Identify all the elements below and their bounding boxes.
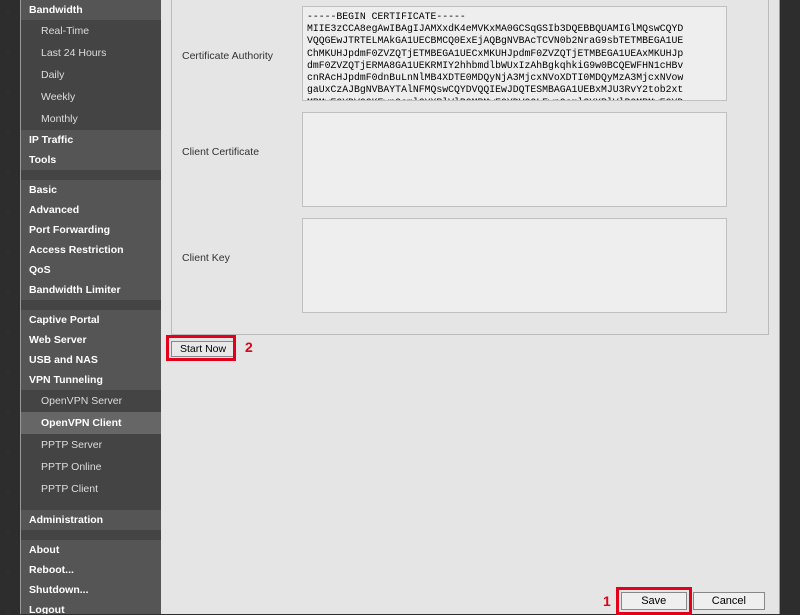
sidebar-item-daily[interactable]: Daily xyxy=(21,64,161,86)
sidebar-header-vpntunnel[interactable]: VPN Tunneling xyxy=(21,370,161,390)
annotation-label-1: 1 xyxy=(603,593,611,609)
sidebar-item-realtime[interactable]: Real-Time xyxy=(21,20,161,42)
sidebar-header-bwlimit[interactable]: Bandwidth Limiter xyxy=(21,280,161,300)
cc-label: Client Certificate xyxy=(182,112,302,158)
sidebar-header-usbnas[interactable]: USB and NAS xyxy=(21,350,161,370)
sidebar-header-portfwd[interactable]: Port Forwarding xyxy=(21,220,161,240)
annotation-label-2: 2 xyxy=(245,339,253,355)
ck-label: Client Key xyxy=(182,218,302,264)
keys-section: Certificate Authority Client Certificate… xyxy=(171,0,769,335)
sidebar-item-pptp-server[interactable]: PPTP Server xyxy=(21,434,161,456)
save-button[interactable]: Save xyxy=(621,592,687,610)
sidebar-header-bandwidth[interactable]: Bandwidth xyxy=(21,0,161,20)
sidebar-item-last24[interactable]: Last 24 Hours xyxy=(21,42,161,64)
cc-textarea[interactable] xyxy=(302,112,727,207)
sidebar-header-iptraffic[interactable]: IP Traffic xyxy=(21,130,161,150)
main-content: Certificate Authority Client Certificate… xyxy=(161,0,779,614)
sidebar-header-advanced[interactable]: Advanced xyxy=(21,200,161,220)
ca-textarea[interactable] xyxy=(302,6,727,101)
sidebar-item-monthly[interactable]: Monthly xyxy=(21,108,161,130)
sidebar-item-ovpn-client[interactable]: OpenVPN Client xyxy=(21,412,161,434)
sidebar-header-reboot[interactable]: Reboot... xyxy=(21,560,161,580)
ca-label: Certificate Authority xyxy=(182,6,302,62)
sidebar-header-basic[interactable]: Basic xyxy=(21,180,161,200)
sidebar-header-tools[interactable]: Tools xyxy=(21,150,161,170)
start-now-button[interactable]: Start Now xyxy=(171,341,235,357)
sidebar-item-pptp-online[interactable]: PPTP Online xyxy=(21,456,161,478)
sidebar-item-weekly[interactable]: Weekly xyxy=(21,86,161,108)
sidebar-header-admin[interactable]: Administration xyxy=(21,510,161,530)
sidebar-header-about[interactable]: About xyxy=(21,540,161,560)
footer-buttons: 1 Save Cancel xyxy=(603,592,765,610)
sidebar-header-qos[interactable]: QoS xyxy=(21,260,161,280)
sidebar-nav: Bandwidth Real-Time Last 24 Hours Daily … xyxy=(21,0,161,614)
sidebar-header-access[interactable]: Access Restriction xyxy=(21,240,161,260)
sidebar-header-shutdown[interactable]: Shutdown... xyxy=(21,580,161,600)
sidebar-item-pptp-client[interactable]: PPTP Client xyxy=(21,478,161,500)
sidebar-item-ovpn-server[interactable]: OpenVPN Server xyxy=(21,390,161,412)
ck-textarea[interactable] xyxy=(302,218,727,313)
sidebar-header-webserver[interactable]: Web Server xyxy=(21,330,161,350)
sidebar-header-captive[interactable]: Captive Portal xyxy=(21,310,161,330)
cancel-button[interactable]: Cancel xyxy=(693,592,765,610)
sidebar-header-logout[interactable]: Logout xyxy=(21,600,161,614)
